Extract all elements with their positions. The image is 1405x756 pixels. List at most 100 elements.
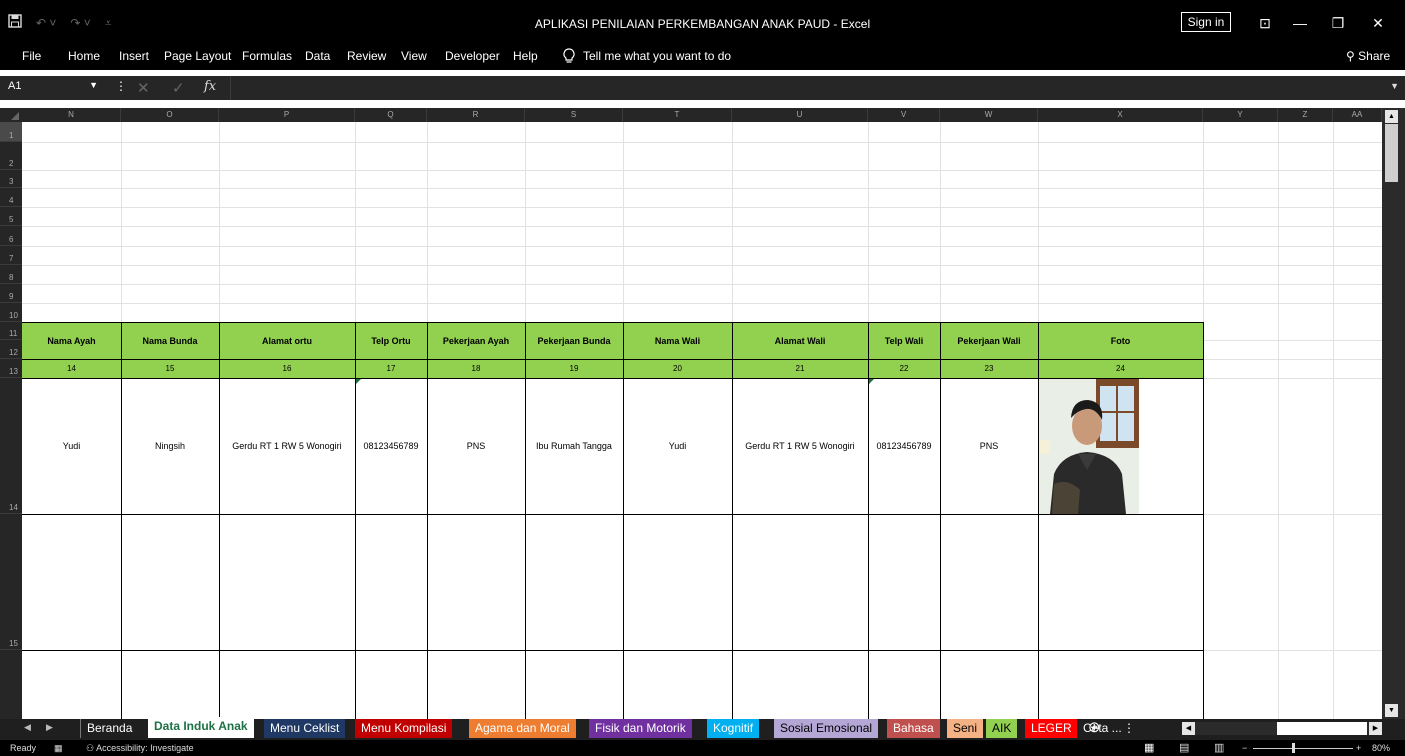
macro-record-icon[interactable]: ▦ xyxy=(54,743,63,754)
column-header[interactable]: X xyxy=(1038,108,1203,122)
name-box[interactable]: A1 ▼ xyxy=(8,80,100,96)
enter-icon[interactable]: ✓ xyxy=(172,79,185,97)
column-header[interactable]: O xyxy=(121,108,219,122)
formula-input[interactable] xyxy=(230,76,1390,100)
table-header-cell[interactable]: Pekerjaan Wali xyxy=(940,322,1038,359)
column-number-cell[interactable]: 24 xyxy=(1038,359,1203,378)
scroll-left-icon[interactable]: ◀ xyxy=(1182,722,1195,735)
tab-developer[interactable]: Developer xyxy=(445,49,500,63)
table-header-cell[interactable]: Telp Ortu xyxy=(355,322,427,359)
row-header[interactable]: 6 xyxy=(0,226,22,246)
column-header[interactable]: Y xyxy=(1203,108,1278,122)
column-header[interactable]: V xyxy=(868,108,940,122)
tab-review[interactable]: Review xyxy=(347,49,386,63)
page-break-preview-icon[interactable]: ▥ xyxy=(1214,741,1224,754)
horizontal-scrollbar[interactable]: ◀ ▶ xyxy=(1182,722,1382,735)
table-header-cell[interactable]: Alamat Wali xyxy=(732,322,868,359)
close-icon[interactable]: ✕ xyxy=(1358,12,1398,34)
data-cell-nama-ayah[interactable]: Yudi xyxy=(22,378,121,514)
column-number-cell[interactable]: 22 xyxy=(868,359,940,378)
row-header[interactable]: 14 xyxy=(0,378,22,514)
tell-me-search[interactable]: Tell me what you want to do xyxy=(563,48,731,64)
student-photo[interactable] xyxy=(1038,378,1139,514)
column-header[interactable]: W xyxy=(940,108,1038,122)
zoom-out-button[interactable]: − xyxy=(1242,743,1247,753)
table-header-cell[interactable]: Alamat ortu xyxy=(219,322,355,359)
column-header[interactable]: Z xyxy=(1278,108,1333,122)
tab-formulas[interactable]: Formulas xyxy=(242,49,292,63)
column-number-cell[interactable]: 19 xyxy=(525,359,623,378)
expand-formula-bar-icon[interactable]: ▼ xyxy=(1390,81,1399,91)
table-header-cell[interactable]: Nama Ayah xyxy=(22,322,121,359)
page-layout-view-icon[interactable]: ▤ xyxy=(1179,741,1189,754)
insert-function-icon[interactable]: fx xyxy=(204,79,216,94)
column-number-cell[interactable]: 20 xyxy=(623,359,732,378)
column-header[interactable]: N xyxy=(22,108,121,122)
column-header[interactable]: R xyxy=(427,108,525,122)
data-cell-pekerjaan-wali[interactable]: PNS xyxy=(940,378,1038,514)
share-button[interactable]: ⚲ Share xyxy=(1346,49,1390,63)
cancel-icon[interactable]: ✕ xyxy=(137,79,150,97)
tab-insert[interactable]: Insert xyxy=(119,49,149,63)
column-header[interactable]: T xyxy=(623,108,732,122)
sheet-tab[interactable]: Seni xyxy=(947,719,984,738)
tab-page-layout[interactable]: Page Layout xyxy=(164,49,231,63)
row-header[interactable]: 15 xyxy=(0,514,22,650)
vertical-scrollbar[interactable]: ▲ ▼ xyxy=(1382,108,1405,719)
column-number-cell[interactable]: 23 xyxy=(940,359,1038,378)
data-cell-alamat-wali[interactable]: Gerdu RT 1 RW 5 Wonogiri xyxy=(732,378,868,514)
zoom-in-button[interactable]: + xyxy=(1356,743,1361,753)
table-header-cell[interactable]: Pekerjaan Ayah xyxy=(427,322,525,359)
scroll-down-icon[interactable]: ▼ xyxy=(1385,704,1398,717)
worksheet-grid[interactable]: Nama Ayah Nama Bunda Alamat ortu Telp Or… xyxy=(22,122,1382,719)
normal-view-icon[interactable]: ▦ xyxy=(1144,741,1154,754)
tab-split-grip-icon[interactable]: ⋮ xyxy=(1123,719,1135,738)
table-header-cell[interactable]: Pekerjaan Bunda xyxy=(525,322,623,359)
tab-data[interactable]: Data xyxy=(305,49,330,63)
tab-file[interactable]: File xyxy=(22,49,41,63)
new-sheet-icon[interactable]: ⊕ xyxy=(1088,719,1101,738)
sheet-tab[interactable]: LEGER xyxy=(1025,719,1078,738)
zoom-slider-thumb[interactable] xyxy=(1292,743,1295,753)
sheet-tab[interactable]: Kognitif xyxy=(707,719,760,738)
formula-bar-grip-icon[interactable]: ⋮ xyxy=(115,79,127,93)
table-header-cell[interactable]: Nama Wali xyxy=(623,322,732,359)
column-header[interactable]: U xyxy=(732,108,868,122)
column-number-cell[interactable]: 18 xyxy=(427,359,525,378)
scroll-tabs-right-icon[interactable]: ▶ xyxy=(46,722,53,733)
column-number-cell[interactable]: 16 xyxy=(219,359,355,378)
sheet-tab[interactable]: Agama dan Moral xyxy=(469,719,576,738)
row-header[interactable]: 12 xyxy=(0,340,22,359)
row-header[interactable]: 10 xyxy=(0,303,22,322)
sheet-tab[interactable]: Beranda xyxy=(80,719,139,738)
chevron-down-icon[interactable]: ▼ xyxy=(89,80,98,90)
row-header[interactable]: 8 xyxy=(0,265,22,284)
column-header[interactable]: P xyxy=(219,108,355,122)
sheet-tab[interactable]: Data Induk Anak xyxy=(148,717,254,738)
data-cell-alamat-ortu[interactable]: Gerdu RT 1 RW 5 Wonogiri xyxy=(219,378,355,514)
zoom-level[interactable]: 80% xyxy=(1372,743,1390,753)
select-all-button[interactable] xyxy=(0,108,22,122)
sheet-tab[interactable]: Menu Ceklist xyxy=(264,719,346,738)
restore-icon[interactable]: ❐ xyxy=(1318,12,1358,34)
data-cell-pekerjaan-ayah[interactable]: PNS xyxy=(427,378,525,514)
sheet-tab[interactable]: Bahasa xyxy=(887,719,940,738)
ribbon-display-options-icon[interactable]: ⊡ xyxy=(1245,12,1285,34)
data-cell-nama-wali[interactable]: Yudi xyxy=(623,378,732,514)
row-header[interactable]: 13 xyxy=(0,359,22,378)
sign-in-button[interactable]: Sign in xyxy=(1181,12,1231,32)
tab-help[interactable]: Help xyxy=(513,49,538,63)
scroll-up-icon[interactable]: ▲ xyxy=(1385,110,1398,123)
column-header[interactable]: Q xyxy=(355,108,427,122)
data-cell-pekerjaan-bunda[interactable]: Ibu Rumah Tangga xyxy=(525,378,623,514)
column-number-cell[interactable]: 14 xyxy=(22,359,121,378)
column-header[interactable]: AA xyxy=(1333,108,1382,122)
row-header[interactable]: 9 xyxy=(0,284,22,303)
zoom-slider[interactable] xyxy=(1253,748,1353,749)
sheet-tab[interactable]: Fisik dan Motorik xyxy=(589,719,692,738)
table-header-cell[interactable]: Foto xyxy=(1038,322,1203,359)
scrollbar-thumb[interactable] xyxy=(1385,124,1398,182)
row-header[interactable]: 4 xyxy=(0,188,22,207)
column-header[interactable]: S xyxy=(525,108,623,122)
data-cell-telp-wali[interactable]: 08123456789 xyxy=(868,378,940,514)
